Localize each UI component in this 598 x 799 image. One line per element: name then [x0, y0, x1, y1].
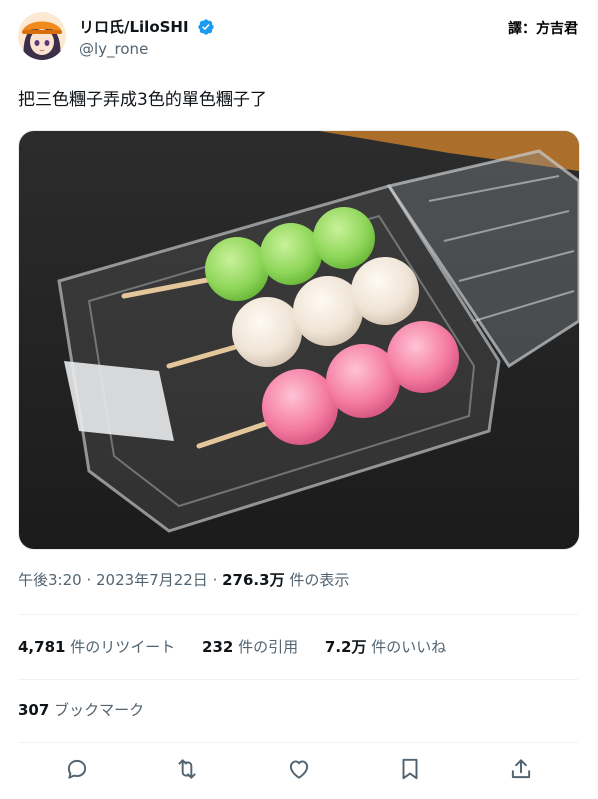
reply-button[interactable]	[64, 756, 90, 782]
retweets-stat[interactable]: 4,781 件のリツイート	[18, 637, 175, 657]
avatar[interactable]	[18, 12, 66, 60]
tweet-header: リロ氏/LiloSHI @ly_rone 譯：方吉君	[18, 12, 580, 68]
verified-badge-icon	[197, 18, 215, 36]
like-icon	[289, 760, 309, 779]
likes-count: 7.2万	[324, 638, 367, 656]
divider	[18, 679, 578, 680]
bookmarks-label: ブックマーク	[49, 701, 145, 719]
engagement-stats: 4,781 件のリツイート 232 件の引用 7.2万 件のいいね	[18, 637, 468, 657]
tweet-photo[interactable]	[18, 130, 580, 550]
bookmark-button[interactable]	[397, 756, 423, 782]
avatar-image	[18, 12, 66, 60]
quotes-label: 件の引用	[233, 638, 299, 656]
translator-credit: 譯：方吉君	[508, 21, 578, 37]
author-info: リロ氏/LiloSHI @ly_rone	[79, 16, 215, 59]
bookmark-icon	[402, 758, 418, 780]
bookmarks-count: 307	[18, 701, 50, 719]
tweet-date[interactable]: 2023年7月22日	[96, 571, 208, 589]
share-icon	[511, 759, 531, 779]
dango-photo-image	[19, 131, 579, 549]
views-count: 276.3万	[222, 571, 285, 589]
divider	[18, 742, 578, 743]
views-label: 件の表示	[284, 571, 350, 589]
likes-stat[interactable]: 7.2万 件のいいね	[325, 637, 446, 657]
retweet-icon	[178, 759, 196, 779]
quotes-stat[interactable]: 232 件の引用	[202, 637, 298, 657]
quotes-count: 232	[202, 638, 234, 656]
retweets-label: 件のリツイート	[65, 638, 176, 656]
likes-label: 件のいいね	[366, 638, 447, 656]
action-bar	[40, 756, 560, 786]
tweet-text: 把三色糰子弄成3色的單色糰子了	[18, 90, 267, 110]
meta-separator: ·	[207, 571, 223, 589]
retweet-button[interactable]	[174, 756, 200, 782]
meta-separator: ·	[81, 571, 96, 589]
reply-icon	[67, 759, 87, 779]
share-button[interactable]	[508, 756, 534, 782]
tweet-meta: 午後3:20 · 2023年7月22日 · 276.3万 件の表示	[18, 570, 349, 590]
like-button[interactable]	[286, 756, 312, 782]
author-handle[interactable]: @ly_rone	[79, 39, 215, 59]
divider	[18, 614, 578, 615]
retweets-count: 4,781	[18, 638, 66, 656]
bookmarks-stat[interactable]: 307 ブックマーク	[18, 700, 144, 720]
author-display-name[interactable]: リロ氏/LiloSHI	[79, 17, 189, 37]
tweet-time[interactable]: 午後3:20	[18, 571, 82, 589]
